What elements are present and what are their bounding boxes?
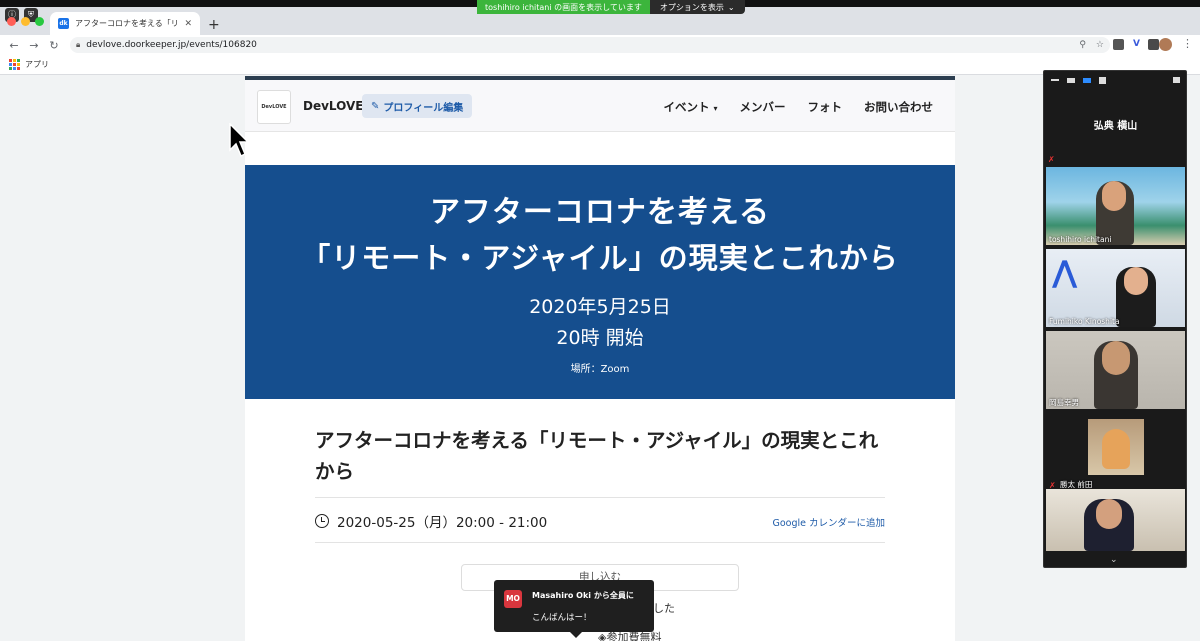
minimize-window-icon[interactable]	[21, 17, 30, 26]
edit-profile-button[interactable]: ✎ プロフィール編集	[362, 94, 473, 118]
banner-title-line2: 「リモート・アジャイル」の現実とこれから	[301, 241, 899, 275]
divider	[315, 542, 885, 543]
share-status: toshihiro ichitani の画面を表示しています	[477, 0, 650, 14]
participant-avatar-image	[1088, 419, 1144, 475]
reload-icon[interactable]: ↻	[44, 39, 64, 52]
vimium-extension-icon[interactable]: V	[1133, 39, 1140, 49]
devlove-logo[interactable]: DevLOVE	[257, 90, 291, 124]
caret-down-icon: ▾	[713, 104, 718, 113]
extension-icon-2[interactable]	[1148, 39, 1159, 50]
menu-events-label: イベント	[663, 100, 710, 114]
share-options-button[interactable]: オプションを表示 ⌄	[649, 0, 745, 14]
status-text-partial: した	[653, 602, 675, 615]
banner-time: 20時 開始	[556, 327, 644, 349]
logo-text: DevLOVE	[261, 104, 287, 110]
event-banner: アフターコロナを考える 「リモート・アジャイル」の現実とこれから 2020年5月…	[245, 165, 955, 399]
participant-face	[1102, 181, 1126, 211]
new-tab-icon[interactable]: +	[208, 17, 220, 33]
clock-icon	[315, 514, 329, 528]
participant-name: toshihiro ichitani	[1049, 235, 1112, 244]
participant-face	[1124, 267, 1148, 295]
event-title: アフターコロナを考える「リモート・アジャイル」の現実とこれから	[315, 429, 879, 483]
share-options-label: オプションを表示	[659, 2, 724, 12]
menu-contact[interactable]: お問い合わせ	[864, 99, 933, 115]
participant-video-tile[interactable]: ✗ 勝太 前田	[1046, 413, 1185, 491]
apps-bookmark[interactable]: アプリ	[25, 59, 49, 70]
bookmarks-bar: アプリ	[0, 55, 1200, 75]
chevron-down-icon: ⌄	[727, 2, 735, 12]
active-speaker-name: 弘典 横山	[1093, 121, 1138, 132]
url-text: devlove.doorkeeper.jp/events/106820	[86, 40, 257, 50]
profile-avatar[interactable]	[1159, 38, 1172, 51]
close-window-icon[interactable]	[7, 17, 16, 26]
background-logo-icon: ⋀	[1052, 255, 1078, 290]
apps-grid-icon[interactable]	[9, 59, 20, 70]
zoom-page-icon[interactable]: ⚲	[1079, 40, 1086, 50]
zoom-view-toolbar	[1044, 71, 1186, 89]
cat-image	[1102, 429, 1130, 469]
google-calendar-link[interactable]: Google カレンダーに追加	[772, 515, 885, 529]
bookmark-star-icon[interactable]: ☆	[1096, 40, 1104, 50]
strip-view-icon[interactable]	[1083, 77, 1091, 83]
event-page: DevLOVE DevLOVE ✎ プロフィール編集 イベント ▾ メンバー フ…	[245, 76, 955, 641]
chat-notification[interactable]: MO Masahiro Oki から全員に こんばんはー！	[494, 580, 654, 638]
screen-share-banner: toshihiro ichitani の画面を表示しています オプションを表示 …	[477, 0, 745, 14]
zoom-gallery-panel: 弘典 横山 ✗ toshihiro ichitani ⋀ Fumihiko Ki…	[1043, 70, 1187, 568]
exit-panel-icon[interactable]	[1173, 77, 1180, 83]
scroll-down-icon[interactable]: ⌄	[1110, 555, 1118, 565]
event-datetime-text: 2020-05-25（月）20:00 - 21:00	[337, 515, 548, 531]
extension-icon[interactable]	[1113, 39, 1124, 50]
sender-avatar: MO	[504, 590, 522, 608]
minimize-view-icon[interactable]	[1051, 79, 1059, 81]
participant-face	[1096, 499, 1122, 529]
participant-video-tile[interactable]: toshihiro ichitani	[1046, 167, 1185, 245]
close-tab-icon[interactable]: ✕	[184, 19, 192, 29]
menu-photos[interactable]: フォト	[808, 99, 843, 115]
participant-name: Fumihiko Kinoshita	[1049, 317, 1120, 326]
browser-menu-icon[interactable]: ⋮	[1182, 37, 1193, 50]
gallery-view-icon[interactable]	[1099, 76, 1106, 84]
doorkeeper-favicon-icon: dk	[58, 18, 69, 29]
browser-tab[interactable]: dk アフターコロナを考える「リモート・アジャイル」の現実とこれから ✕	[50, 12, 200, 35]
muted-mic-icon: ✗	[1048, 155, 1055, 164]
menu-events[interactable]: イベント ▾	[663, 99, 717, 115]
fee-label: 参加費無料	[606, 631, 662, 641]
edit-profile-label: プロフィール編集	[383, 102, 464, 114]
chat-sender: Masahiro Oki から全員に	[532, 591, 634, 600]
site-name[interactable]: DevLOVE	[303, 99, 364, 113]
chat-message: こんばんはー！	[532, 613, 592, 623]
banner-date: 2020年5月25日	[529, 296, 671, 318]
mouse-cursor-icon	[229, 123, 250, 158]
participant-video-tile[interactable]: 岡島幸男	[1046, 331, 1185, 409]
lock-icon: 🔒︎	[76, 40, 81, 49]
edit-icon: ✎	[371, 100, 380, 112]
divider	[315, 497, 885, 498]
menu-members[interactable]: メンバー	[740, 99, 786, 115]
site-menu: イベント ▾ メンバー フォト お問い合わせ	[663, 99, 933, 115]
banner-title-line1: アフターコロナを考える	[429, 195, 771, 230]
site-navbar: DevLOVE DevLOVE ✎ プロフィール編集 イベント ▾ メンバー フ…	[245, 80, 955, 132]
back-icon[interactable]: ←	[4, 39, 24, 52]
tab-title: アフターコロナを考える「リモート・アジャイル」の現実とこれから	[75, 19, 179, 28]
event-datetime: 2020-05-25（月）20:00 - 21:00	[315, 511, 547, 531]
window-controls	[7, 17, 44, 26]
participant-face	[1102, 341, 1130, 375]
participant-name: 岡島幸男	[1049, 398, 1079, 407]
banner-place: 場所：Zoom	[570, 364, 630, 375]
participant-video-tile[interactable]: ⋀ Fumihiko Kinoshita	[1046, 249, 1185, 327]
speaker-view-icon[interactable]	[1067, 77, 1075, 83]
forward-icon[interactable]: →	[24, 39, 44, 52]
address-bar[interactable]: 🔒︎ devlove.doorkeeper.jp/events/106820 ⚲…	[70, 37, 1110, 53]
maximize-window-icon[interactable]	[35, 17, 44, 26]
participant-video-tile[interactable]	[1046, 489, 1185, 551]
